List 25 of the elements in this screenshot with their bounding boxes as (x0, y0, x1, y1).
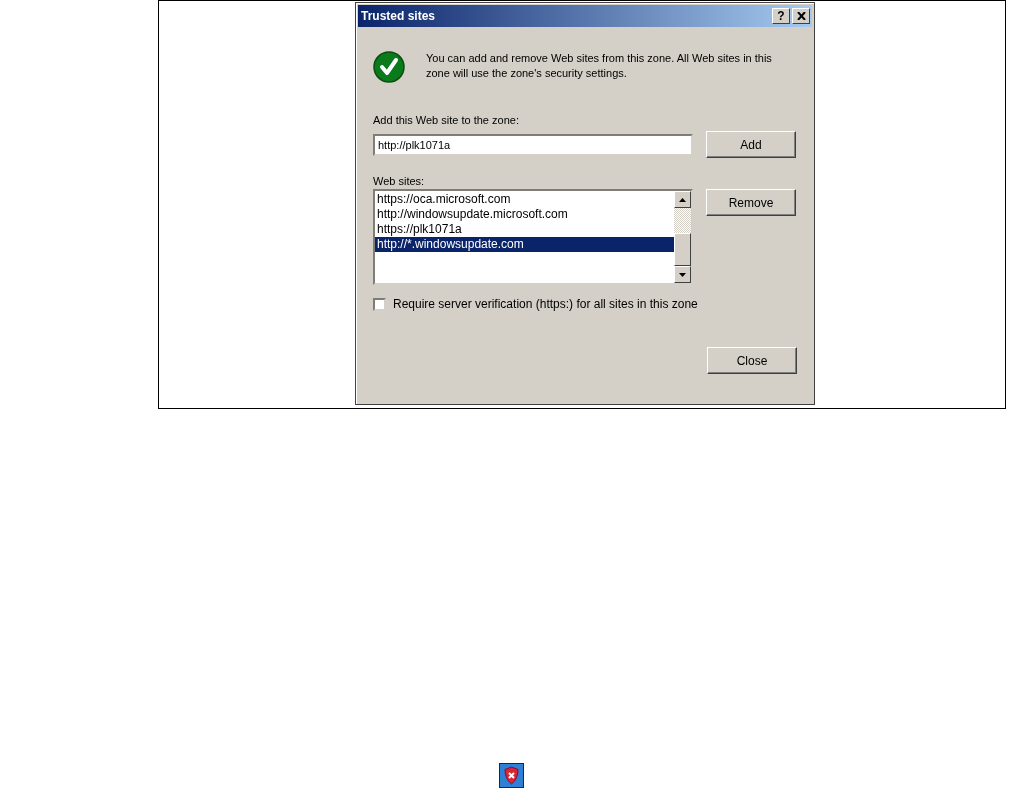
add-button[interactable]: Add (706, 131, 796, 158)
info-message: You can add and remove Web sites from this zone. All Web sites in this zone will use the zone's security settings. (426, 51, 773, 81)
site-list-item[interactable]: https://plk1071a (375, 222, 674, 237)
help-button[interactable]: ? (772, 8, 790, 24)
add-site-label: Add this Web site to the zone: (373, 114, 520, 126)
scroll-down-button[interactable] (674, 266, 691, 283)
down-arrow-icon (679, 272, 686, 277)
site-input-field[interactable]: http://plk1071a (373, 133, 693, 156)
up-arrow-icon (679, 197, 686, 202)
checkbox[interactable] (373, 297, 386, 311)
scrollbar-thumb[interactable] (674, 233, 691, 266)
site-list-item[interactable]: http://windowsupdate.microsoft.com (375, 207, 674, 222)
shield-icon[interactable] (499, 763, 524, 788)
checkbox-label[interactable]: Require server verification (https:) for all sites in this zone (393, 297, 698, 311)
checkmark-icon (373, 51, 405, 83)
remove-button[interactable]: Remove (706, 189, 796, 216)
scroll-up-button[interactable] (674, 191, 691, 208)
scrollbar[interactable] (674, 191, 691, 283)
close-dialog-button[interactable]: Close (707, 347, 797, 374)
close-icon (796, 12, 806, 20)
site-list-item[interactable]: https://oca.microsoft.com (375, 192, 674, 207)
site-list-item[interactable]: http://*.windowsupdate.com (375, 237, 674, 252)
close-button[interactable] (792, 8, 810, 24)
web-sites-label: Web sites: (373, 175, 426, 187)
window-title: Trusted sites (361, 9, 436, 23)
